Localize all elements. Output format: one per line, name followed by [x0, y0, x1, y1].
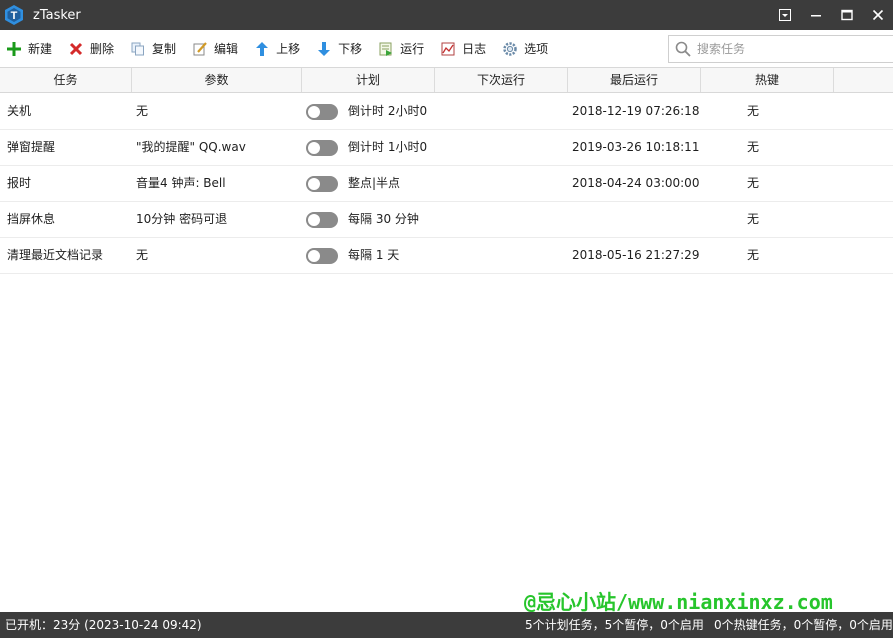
task-last-run: 2019-03-26 10:18:11: [572, 140, 700, 154]
table-row[interactable]: 报时 音量4 钟声: Bell 整点|半点 2018-04-24 03:00:0…: [0, 166, 893, 202]
window-controls: [769, 0, 893, 30]
task-name: 弹窗提醒: [7, 140, 56, 154]
move-down-button[interactable]: 下移: [310, 36, 368, 62]
run-icon: [378, 41, 394, 57]
task-hotkey: 无: [747, 104, 760, 118]
minimize-button[interactable]: [800, 0, 831, 30]
search-icon: [675, 41, 691, 57]
copy-task-button[interactable]: 复制: [124, 36, 182, 62]
table-row[interactable]: 弹窗提醒 "我的提醒" QQ.wav 倒计时 1小时0 2019-03-26 1…: [0, 130, 893, 166]
task-list: 关机 无 倒计时 2小时0 2018-12-19 07:26:18 无 弹窗提醒…: [0, 94, 893, 274]
task-plan: 倒计时 1小时0: [348, 140, 428, 154]
column-header-last-run[interactable]: 最后运行: [568, 68, 701, 92]
table-row[interactable]: 关机 无 倒计时 2小时0 2018-12-19 07:26:18 无: [0, 94, 893, 130]
task-plan: 整点|半点: [348, 176, 401, 190]
task-plan: 每隔 30 分钟: [348, 212, 419, 226]
table-header: 任务 参数 计划 下次运行 最后运行 热键: [0, 67, 893, 93]
task-name: 清理最近文档记录: [7, 248, 104, 262]
uptime-status: 已开机：23分 (2023-10-24 09:42): [5, 618, 202, 632]
log-button[interactable]: 日志: [434, 36, 492, 62]
toggle-knob: [308, 106, 320, 118]
enable-toggle[interactable]: [306, 176, 338, 192]
task-params: 10分钟 密码可退: [136, 212, 228, 226]
options-button[interactable]: 选项: [496, 36, 554, 62]
table-row[interactable]: 挡屏休息 10分钟 密码可退 每隔 30 分钟 无: [0, 202, 893, 238]
task-params: 音量4 钟声: Bell: [136, 176, 226, 190]
task-params: 无: [136, 248, 149, 262]
task-params: "我的提醒" QQ.wav: [136, 140, 246, 154]
arrow-up-icon: [254, 41, 270, 57]
delete-task-button[interactable]: 删除: [62, 36, 120, 62]
move-up-label: 上移: [276, 42, 301, 56]
plus-icon: [6, 41, 22, 57]
minimize-icon: [810, 15, 821, 17]
task-last-run: 2018-04-24 03:00:00: [572, 176, 700, 190]
column-header-next-run[interactable]: 下次运行: [435, 68, 568, 92]
toolbar: 新建 删除 复制 编辑 上移 下移 运行 日志 选项 搜索任务: [0, 30, 893, 67]
search-input[interactable]: [697, 42, 887, 56]
hotkey-task-summary: 0个热键任务，0个暂停，0个启用: [714, 618, 893, 632]
copy-icon: [130, 41, 146, 57]
toggle-knob: [308, 214, 320, 226]
enable-toggle[interactable]: [306, 104, 338, 120]
app-logo-icon: T: [5, 5, 23, 25]
watermark: @忌心小站/www.nianxinxz.com: [524, 590, 833, 614]
edit-task-label: 编辑: [214, 42, 239, 56]
enable-toggle[interactable]: [306, 140, 338, 156]
task-hotkey: 无: [747, 212, 760, 226]
maximize-button[interactable]: [831, 0, 862, 30]
task-hotkey: 无: [747, 140, 760, 154]
copy-task-label: 复制: [152, 42, 177, 56]
task-name: 挡屏休息: [7, 212, 56, 226]
new-task-label: 新建: [28, 42, 53, 56]
toggle-knob: [308, 178, 320, 190]
task-hotkey: 无: [747, 248, 760, 262]
task-name: 关机: [7, 104, 32, 118]
close-icon: [872, 9, 883, 21]
window-title: zTasker: [33, 7, 81, 23]
enable-toggle[interactable]: [306, 212, 338, 228]
toggle-knob: [308, 142, 320, 154]
arrow-down-icon: [316, 41, 332, 57]
log-icon: [440, 41, 456, 57]
dropdown-menu-icon: [778, 9, 791, 21]
delete-x-icon: [68, 41, 84, 57]
gear-icon: [502, 41, 518, 57]
run-task-button[interactable]: 运行: [372, 36, 430, 62]
task-last-run: 2018-12-19 07:26:18: [572, 104, 700, 118]
menu-dropdown-button[interactable]: [769, 0, 800, 30]
app-logo-letter: T: [11, 10, 18, 22]
move-down-label: 下移: [338, 42, 363, 56]
task-hotkey: 无: [747, 176, 760, 190]
column-header-plan[interactable]: 计划: [302, 68, 435, 92]
close-button[interactable]: [862, 0, 893, 30]
search-box[interactable]: [668, 35, 893, 63]
column-header-hotkey[interactable]: 热键: [701, 68, 834, 92]
task-plan: 倒计时 2小时0: [348, 104, 428, 118]
edit-icon: [192, 41, 208, 57]
run-task-label: 运行: [400, 42, 425, 56]
maximize-icon: [840, 9, 853, 21]
task-name: 报时: [7, 176, 32, 190]
log-label: 日志: [462, 42, 487, 56]
task-last-run: 2018-05-16 21:27:29: [572, 248, 700, 262]
edit-task-button[interactable]: 编辑: [186, 36, 244, 62]
move-up-button[interactable]: 上移: [248, 36, 306, 62]
delete-task-label: 删除: [90, 42, 115, 56]
table-row[interactable]: 清理最近文档记录 无 每隔 1 天 2018-05-16 21:27:29 无: [0, 238, 893, 274]
enable-toggle[interactable]: [306, 248, 338, 264]
new-task-button[interactable]: 新建: [0, 36, 58, 62]
status-bar: 已开机：23分 (2023-10-24 09:42) 5个计划任务，5个暂停，0…: [0, 612, 893, 638]
task-plan: 每隔 1 天: [348, 248, 400, 262]
column-header-task[interactable]: 任务: [0, 68, 132, 92]
options-label: 选项: [524, 42, 549, 56]
task-params: 无: [136, 104, 149, 118]
plan-task-summary: 5个计划任务，5个暂停，0个启用: [525, 618, 704, 632]
title-bar: T zTasker: [0, 0, 893, 30]
column-header-params[interactable]: 参数: [132, 68, 302, 92]
toggle-knob: [308, 250, 320, 262]
